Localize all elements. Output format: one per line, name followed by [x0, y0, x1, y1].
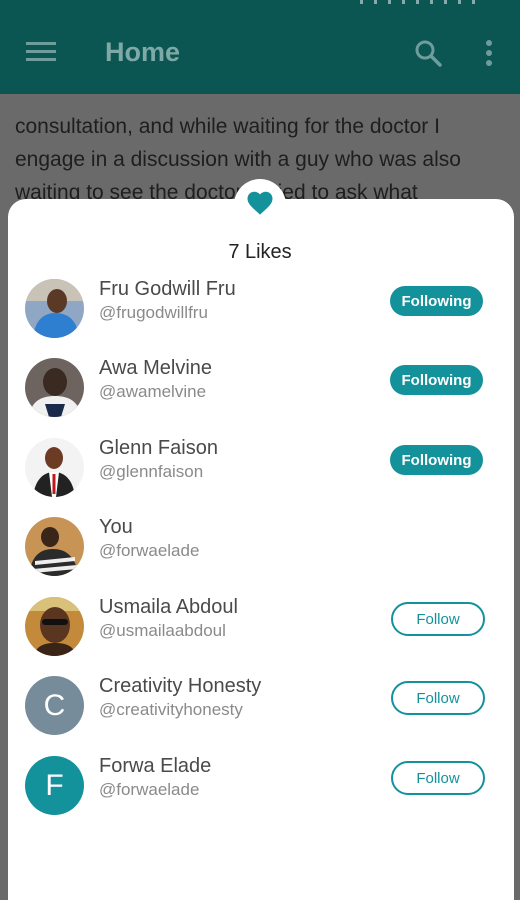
avatar — [25, 438, 84, 497]
following-button[interactable]: Following — [390, 445, 483, 475]
list-item[interactable]: Usmaila Abdoul @usmailaabdoul Follow — [8, 592, 514, 662]
avatar: F — [25, 756, 84, 815]
list-item[interactable]: Fru Godwill Fru @frugodwillfru Following — [8, 274, 514, 344]
list-item[interactable]: Glenn Faison @glennfaison Following — [8, 433, 514, 503]
follow-button[interactable]: Follow — [391, 761, 485, 795]
app-bar: Home — [0, 8, 520, 94]
user-name[interactable]: Usmaila Abdoul — [99, 596, 238, 619]
avatar: C — [25, 676, 84, 735]
user-name[interactable]: Glenn Faison — [99, 437, 218, 460]
user-name[interactable]: You — [99, 516, 133, 539]
follow-button[interactable]: Follow — [391, 681, 485, 715]
search-icon[interactable] — [413, 38, 443, 68]
user-handle: @forwaelade — [99, 780, 200, 799]
likes-count-title: 7 Likes — [228, 241, 292, 263]
user-handle: @usmailaabdoul — [99, 621, 226, 640]
avatar — [25, 279, 84, 338]
status-icons — [360, 0, 480, 4]
heart-icon — [247, 191, 273, 215]
avatar — [25, 597, 84, 656]
list-item[interactable]: Awa Melvine @awamelvine Following — [8, 353, 514, 423]
user-handle: @glennfaison — [99, 462, 204, 481]
user-name[interactable]: Forwa Elade — [99, 755, 211, 778]
user-name[interactable]: Creativity Honesty — [99, 675, 261, 698]
list-item[interactable]: You @forwaelade — [8, 512, 514, 582]
page-title: Home — [105, 37, 181, 67]
avatar — [25, 358, 84, 417]
user-name[interactable]: Fru Godwill Fru — [99, 278, 236, 301]
list-item[interactable]: C Creativity Honesty @creativityhonesty … — [8, 671, 514, 741]
user-handle: @creativityhonesty — [99, 700, 243, 719]
menu-icon[interactable] — [26, 39, 56, 63]
user-name[interactable]: Awa Melvine — [99, 357, 212, 380]
following-button[interactable]: Following — [390, 365, 483, 395]
user-handle: @awamelvine — [99, 382, 207, 401]
avatar — [25, 517, 84, 576]
list-item[interactable]: F Forwa Elade @forwaelade Follow — [8, 751, 514, 821]
following-button[interactable]: Following — [390, 286, 483, 316]
status-bar — [0, 0, 520, 8]
user-handle: @frugodwillfru — [99, 303, 208, 322]
follow-button[interactable]: Follow — [391, 602, 485, 636]
more-options-icon[interactable] — [474, 38, 504, 68]
heart-badge — [234, 179, 286, 231]
user-handle: @forwaelade — [99, 541, 200, 560]
